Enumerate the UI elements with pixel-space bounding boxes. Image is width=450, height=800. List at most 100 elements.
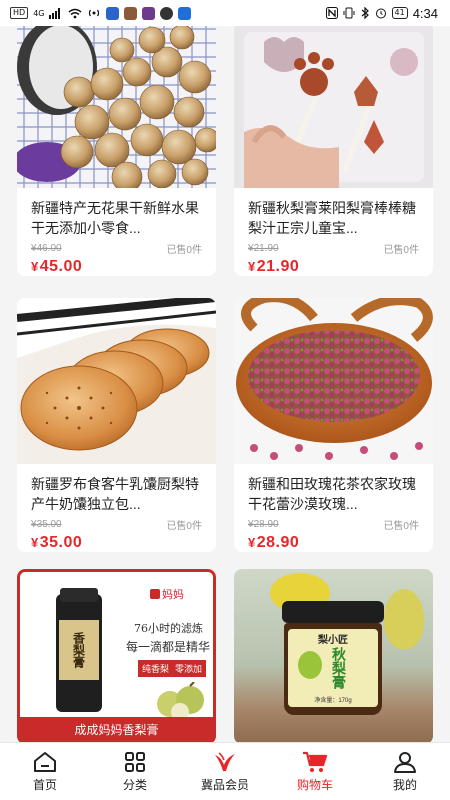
product-image-pear-lollipops[interactable]	[234, 26, 433, 188]
tag-pure-pear: 纯香梨	[142, 664, 170, 674]
product-card[interactable]: 新疆和田玫瑰花茶农家玫瑰干花蕾沙漠玫瑰... ¥28.90 已售0件 ¥28.9…	[234, 298, 433, 552]
category-icon	[125, 751, 145, 772]
original-price: ¥21.90	[248, 243, 279, 254]
product-meta: ¥35.00 已售0件	[17, 514, 216, 532]
cart-icon	[303, 751, 328, 772]
status-left: HD 4G	[10, 6, 192, 20]
tab-label: 分类	[122, 777, 147, 792]
status-bar: HD 4G 41 4:34	[0, 0, 450, 26]
app-notification-icon	[178, 6, 192, 20]
nfc-icon	[325, 7, 338, 19]
home-icon	[34, 751, 56, 772]
sale-price: ¥45.00	[17, 256, 216, 276]
user-icon	[394, 751, 416, 773]
product-title[interactable]: 新疆罗布食客牛乳馕厨梨特产牛奶馕独立包...	[17, 464, 216, 514]
product-image-pear-paste-jar[interactable]: 梨小匠 秋梨膏 净含量：170g	[234, 569, 433, 742]
sale-price-value: 21.90	[256, 258, 300, 275]
bottle-label: 香梨膏	[59, 620, 99, 680]
tab-member[interactable]: 冀品会员	[180, 743, 270, 800]
pear-fruit-graphic	[157, 682, 204, 721]
slogan-line-2: 每一滴都是精华	[126, 640, 211, 654]
tag-no-additives: 零添加	[175, 664, 203, 674]
original-price: ¥28.90	[248, 519, 279, 530]
battery-icon: 41	[391, 7, 408, 19]
bottle-cap	[60, 588, 98, 602]
product-image-pear-paste-bottle[interactable]: 香梨膏 妈妈 76小时的滤炼 每一滴都是精华 纯香梨 零添加 成成妈妈香梨膏	[17, 569, 216, 742]
app-notification-icon	[106, 6, 120, 20]
original-price-value: 46.00	[36, 242, 62, 254]
product-card[interactable]: 新疆特产无花果干新鲜水果干无添加小零食... ¥46.00 已售0件 ¥45.0…	[17, 26, 216, 276]
brand-logo: 妈妈	[150, 586, 184, 602]
product-image-milk-naan[interactable]	[17, 298, 216, 464]
product-title[interactable]: 新疆秋梨膏莱阳梨膏棒棒糖梨汁正宗儿童宝...	[234, 188, 433, 238]
hd-indicator: HD	[10, 7, 29, 19]
sold-count: 已售0件	[166, 244, 202, 256]
sold-count: 已售0件	[166, 520, 202, 532]
jar-brand: 梨小匠	[318, 635, 348, 646]
jar-label: 梨小匠 秋梨膏 净含量：170g	[288, 629, 378, 707]
alarm-icon	[375, 8, 386, 19]
sold-count: 已售0件	[383, 520, 419, 532]
tab-label: 首页	[32, 777, 57, 792]
app-notification-icon	[124, 6, 138, 20]
bottom-tab-bar: 首页 分类 冀品会员 购物车 我的	[0, 742, 450, 800]
product-meta: ¥28.90 已售0件	[234, 514, 433, 532]
sale-price: ¥35.00	[17, 532, 216, 552]
product-card[interactable]: 新疆罗布食客牛乳馕厨梨特产牛奶馕独立包... ¥35.00 已售0件 ¥35.0…	[17, 298, 216, 552]
member-icon	[215, 751, 235, 771]
currency-symbol: ¥	[31, 535, 39, 550]
sale-price-value: 28.90	[256, 534, 300, 551]
vibrate-icon	[343, 7, 354, 19]
product-card[interactable]: 新疆秋梨膏莱阳梨膏棒棒糖梨汁正宗儿童宝... ¥21.90 已售0件 ¥21.9…	[234, 26, 433, 276]
tab-label: 我的	[392, 777, 417, 792]
original-price-value: 28.90	[253, 518, 279, 530]
footer-banner: 成成妈妈香梨膏	[20, 717, 213, 741]
signal-icon	[49, 7, 61, 19]
jar-weight: 净含量：170g	[314, 698, 352, 704]
original-price: ¥46.00	[31, 243, 62, 254]
bottle-graphic: 香梨膏	[56, 588, 102, 712]
app-notification-icon	[160, 6, 174, 20]
pear-background-graphic	[384, 589, 424, 649]
currency-symbol: ¥	[248, 535, 256, 550]
status-right: 41 4:34	[325, 5, 438, 21]
tab-category[interactable]: 分类	[90, 743, 180, 800]
slogan-line-1: 76小时的滤炼	[134, 622, 203, 635]
product-title[interactable]: 新疆特产无花果干新鲜水果干无添加小零食...	[17, 188, 216, 238]
currency-symbol: ¥	[31, 259, 39, 274]
product-card[interactable]: 香梨膏 妈妈 76小时的滤炼 每一滴都是精华 纯香梨 零添加 成成妈妈香梨膏	[17, 569, 216, 742]
sale-price-value: 35.00	[39, 534, 83, 551]
product-title[interactable]: 新疆和田玫瑰花茶农家玫瑰干花蕾沙漠玫瑰...	[234, 464, 433, 514]
bluetooth-icon	[361, 7, 369, 19]
wifi-icon	[69, 8, 82, 18]
sale-price: ¥21.90	[234, 256, 433, 276]
tab-label: 购物车	[296, 777, 333, 792]
product-image-rose-tea[interactable]	[234, 298, 433, 464]
product-meta: ¥21.90 已售0件	[234, 238, 433, 256]
product-card[interactable]: 梨小匠 秋梨膏 净含量：170g	[234, 569, 433, 742]
product-grid: 新疆特产无花果干新鲜水果干无添加小零食... ¥46.00 已售0件 ¥45.0…	[0, 26, 450, 742]
product-image-dried-figs[interactable]	[17, 26, 216, 188]
brand-mark-icon	[150, 589, 160, 599]
app-notification-icon	[142, 6, 156, 20]
brand-name: 妈妈	[162, 589, 184, 601]
jar-lid	[282, 601, 384, 623]
tab-cart[interactable]: 购物车	[270, 743, 360, 800]
network-type: 4G	[33, 8, 45, 18]
original-price-value: 35.00	[36, 518, 62, 530]
currency-symbol: ¥	[248, 259, 256, 274]
jar-mascot-icon	[298, 651, 322, 679]
hotspot-icon	[89, 9, 100, 17]
tab-profile[interactable]: 我的	[360, 743, 450, 800]
product-meta: ¥46.00 已售0件	[17, 238, 216, 256]
clock: 4:34	[412, 5, 438, 21]
sale-price: ¥28.90	[234, 532, 433, 552]
jar-product-name: 秋梨膏	[330, 647, 346, 689]
original-price: ¥35.00	[31, 519, 62, 530]
battery-level: 41	[394, 8, 405, 17]
jar-body: 梨小匠 秋梨膏 净含量：170g	[284, 623, 382, 715]
original-price-value: 21.90	[253, 242, 279, 254]
tab-label: 冀品会员	[200, 777, 249, 792]
tab-home[interactable]: 首页	[0, 743, 90, 800]
feature-tags: 纯香梨 零添加	[138, 660, 207, 677]
